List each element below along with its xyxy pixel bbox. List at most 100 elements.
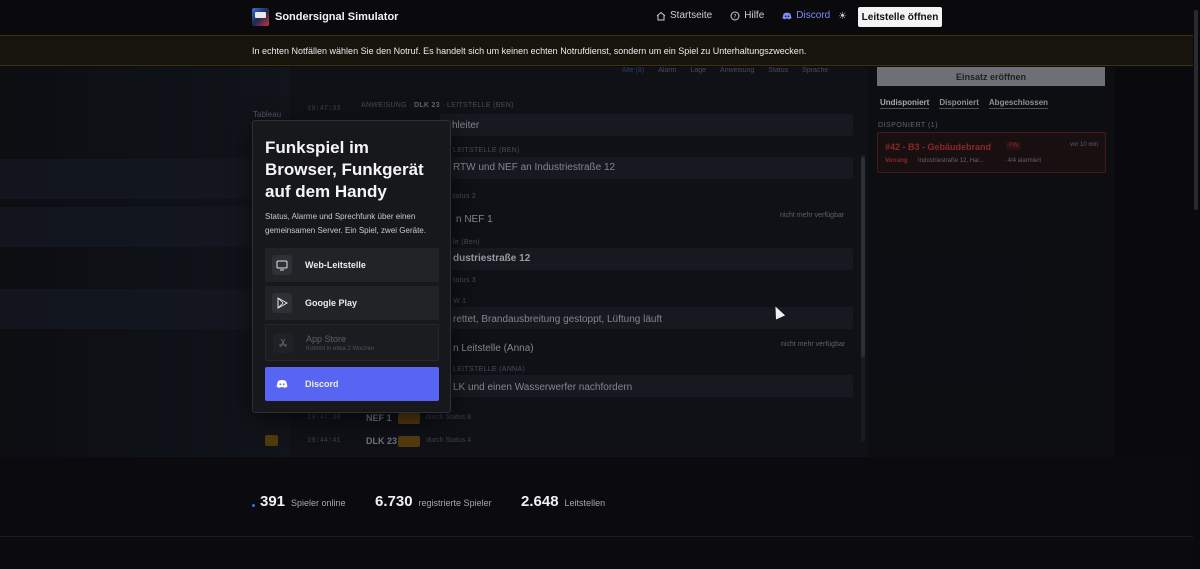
incident-priority: Vorrang <box>885 158 908 164</box>
emergency-notice: In echten Notfällen wählen Sie den Notru… <box>0 35 1200 66</box>
preview-row <box>0 207 290 247</box>
message-type: ANWEISUNG <box>361 102 407 109</box>
app-store-label: App Store <box>306 333 347 344</box>
play-store-icon <box>272 293 292 313</box>
preview-tabs: Alle (8) Alarm Lage Anweisung Status Spr… <box>622 67 828 74</box>
preview-row <box>0 289 290 329</box>
preview-tab: Sprache <box>802 67 829 74</box>
discord-button[interactable]: Discord <box>265 367 439 401</box>
preview-tab: Lage <box>690 67 707 74</box>
app-store-text: App Store Kommt in etwa 2 Wochen <box>306 334 374 352</box>
preview-tableau-label: Tableau <box>253 110 282 119</box>
dispatched-section-label: DISPONIERT (1) <box>878 122 939 129</box>
open-dispatch-button[interactable]: Leitstelle öffnen <box>858 7 942 27</box>
card-title: Funkspiel im Browser, Funkgerät auf dem … <box>265 138 424 202</box>
stat-label: Spieler online <box>291 498 346 508</box>
app-store-sublabel: Kommt in etwa 2 Wochen <box>306 345 375 352</box>
theme-toggle-icon[interactable]: ☀ <box>838 11 847 22</box>
svg-text:?: ? <box>734 13 737 20</box>
stats-bar: 391 Spieler online 6.730 registrierte Sp… <box>0 457 1200 537</box>
monitor-icon <box>272 255 292 275</box>
warning-badge <box>265 435 278 446</box>
stat-players-online: 391 Spieler online <box>260 493 346 510</box>
help-icon: ? <box>730 11 740 20</box>
open-incident-button: Einsatz eröffnen <box>877 67 1105 86</box>
tab-dispatched: Disponiert <box>939 98 979 109</box>
status-badge <box>398 413 420 424</box>
status-badge <box>398 436 420 447</box>
message-text: n NEF 1 <box>456 214 493 225</box>
message-note: nicht mehr verfügbar <box>780 212 845 219</box>
nav-home-link[interactable]: Startseite <box>656 10 712 21</box>
home-icon <box>656 11 666 20</box>
online-indicator-icon <box>252 504 255 507</box>
message-scrollbar-thumb <box>861 157 865 357</box>
google-play-button[interactable]: Google Play <box>265 286 439 320</box>
incident-tabs: Undisponiert Disponiert Abgeschlossen <box>880 98 1049 109</box>
unit-note: durch Status 8 <box>426 414 472 421</box>
stat-label: registrierte Spieler <box>418 498 492 508</box>
message-header: W 1 <box>453 298 467 305</box>
nav-help-link[interactable]: ? Hilfe <box>730 10 764 21</box>
top-navigation: Sondersignal Simulator Startseite ? Hilf… <box>0 0 1200 35</box>
message-text: hleiter <box>452 120 480 131</box>
preview-tab: Anweisung <box>720 67 755 74</box>
message-text: LK und einen Wasserwerfer nachfordern <box>453 382 633 393</box>
unit-note: durch Status 4 <box>426 437 472 444</box>
nav-discord-link[interactable]: Discord <box>782 10 830 21</box>
discord-label: Discord <box>305 379 339 389</box>
app-store-button: App Store Kommt in etwa 2 Wochen <box>265 324 439 361</box>
brand[interactable]: Sondersignal Simulator <box>252 8 398 26</box>
unit-name: DLK 23 <box>366 436 398 446</box>
message-time: 19:47:33 <box>307 105 341 113</box>
unit-name: NEF 1 <box>366 413 392 423</box>
message-text: dustriestraße 12 <box>453 253 531 264</box>
message-header: tatus 3 <box>453 277 477 284</box>
message-header: LEITSTELLE (BEN) <box>453 147 520 154</box>
page-scrollbar-thumb[interactable] <box>1194 10 1198 210</box>
stat-dispatch-centers: 2.648 Leitstellen <box>521 493 605 510</box>
message-text: n Leitstelle (Anna) <box>453 343 534 354</box>
preview-tab: Status <box>768 67 789 74</box>
preview-row <box>0 159 290 199</box>
logo-icon <box>252 8 269 26</box>
preview-tab: Alarm <box>658 67 677 74</box>
message-header: tatus 2 <box>453 193 477 200</box>
message-text: RTW und NEF an Industriestraße 12 <box>453 162 616 173</box>
message-recipient: LEITSTELLE (BEN) <box>447 102 514 109</box>
incident-badge: FW <box>1006 142 1022 150</box>
download-card: Funkspiel im Browser, Funkgerät auf dem … <box>252 120 451 413</box>
brand-name: Sondersignal Simulator <box>275 11 399 23</box>
message-header: LEITSTELLE (ANNA) <box>453 366 526 373</box>
message-header: le (Ben) <box>453 239 480 246</box>
hero-section: Tableau Alle (8) Alarm Lage Anweisung St… <box>0 67 1200 457</box>
nav-links: Startseite ? Hilfe Discord <box>656 10 848 21</box>
web-dispatch-button[interactable]: Web-Leitstelle <box>265 248 439 282</box>
incident-card: #42 - B3 - Gebäudebrand FW vor 10 min Vo… <box>877 132 1106 173</box>
nav-home-label: Startseite <box>670 10 713 21</box>
unit-time: 19:44:41 <box>307 437 341 445</box>
google-play-label: Google Play <box>305 298 358 308</box>
web-dispatch-label: Web-Leitstelle <box>305 260 366 270</box>
tab-undispatched: Undisponiert <box>880 98 930 109</box>
incident-alarm-count: · 4/4 alarmiert <box>1004 158 1042 164</box>
unit-time: 19:47:38 <box>307 414 341 422</box>
footer <box>0 537 1200 569</box>
preview-side-panel <box>1115 67 1200 457</box>
incident-time: vor 10 min <box>1069 142 1098 148</box>
message-header: ANWEISUNG · DLK 23 · LEITSTELLE (BEN) <box>361 102 514 109</box>
nav-help-label: Hilfe <box>744 10 765 21</box>
message-text: rettet, Brandausbreitung gestoppt, Lüftu… <box>453 314 663 325</box>
message-note: nicht mehr verfügbar <box>781 341 846 348</box>
stat-label: Leitstellen <box>564 498 606 508</box>
card-description: Status, Alarme und Sprechfunk über einen… <box>265 212 426 235</box>
stat-value: 6.730 <box>375 493 413 510</box>
preview-tableau-panel <box>0 67 290 457</box>
stat-value: 2.648 <box>521 493 559 510</box>
discord-icon <box>272 374 292 394</box>
message-unit: DLK 23 <box>414 102 440 109</box>
tab-closed: Abgeschlossen <box>988 98 1049 109</box>
incident-title: #42 - B3 - Gebäudebrand <box>885 142 992 152</box>
incident-address: Industriestraße 12, Hal... <box>918 158 984 164</box>
preview-tab: Alle (8) <box>622 67 645 74</box>
